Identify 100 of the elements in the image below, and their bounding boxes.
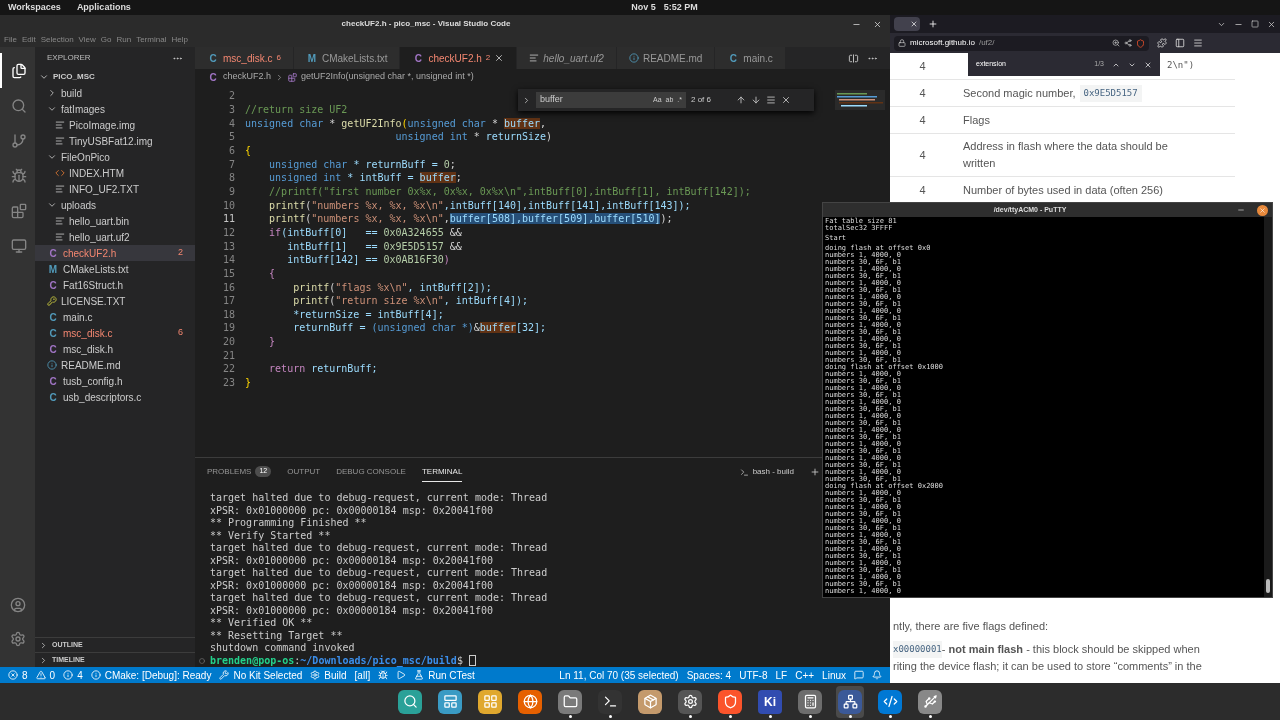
- status-item[interactable]: Run CTest: [410, 667, 479, 683]
- file-row[interactable]: C Fat16Struct.h: [35, 277, 195, 293]
- menu-item[interactable]: Terminal: [136, 34, 167, 46]
- editor-tab[interactable]: C checkUF2.h 2: [400, 47, 518, 69]
- menu-item[interactable]: Run: [116, 34, 132, 46]
- file-row[interactable]: C main.c: [35, 309, 195, 325]
- status-item[interactable]: C++: [791, 667, 819, 683]
- workspaces-button[interactable]: Workspaces: [4, 0, 65, 15]
- folder-row[interactable]: FileOnPico: [35, 149, 195, 165]
- file-type-icon: C: [412, 50, 425, 66]
- line-number: 10: [221, 198, 235, 213]
- share-icon[interactable]: [1124, 39, 1132, 47]
- file-row[interactable]: C msc_disk.h: [35, 341, 195, 357]
- file-row[interactable]: TinyUSBFat12.img: [35, 133, 195, 149]
- menu-item[interactable]: Edit: [21, 34, 36, 46]
- chevron-icon[interactable]: [522, 95, 531, 105]
- panel-tab[interactable]: TERMINAL: [421, 462, 463, 482]
- folder-row[interactable]: fatImages: [35, 101, 195, 117]
- status-item[interactable]: LF: [771, 667, 792, 683]
- editor-tab[interactable]: C main.c: [715, 47, 786, 69]
- menu-item[interactable]: Selection: [40, 34, 74, 46]
- warning-icon: [35, 670, 46, 680]
- status-item[interactable]: [all]: [350, 667, 375, 683]
- folder-row[interactable]: build: [35, 85, 195, 101]
- sidebar-icon[interactable]: [1175, 38, 1185, 48]
- browser-tab[interactable]: [894, 17, 920, 31]
- folder-row[interactable]: uploads: [35, 197, 195, 213]
- flask-icon: [414, 670, 425, 680]
- folder-row[interactable]: PICO_MSC: [35, 69, 195, 85]
- file-row[interactable]: README.md: [35, 357, 195, 373]
- terminal-line: ** Verified OK **: [210, 617, 313, 630]
- close-icon[interactable]: [494, 53, 505, 63]
- clock[interactable]: 5:52 PM: [663, 0, 698, 15]
- status-item[interactable]: No Kit Selected: [215, 667, 307, 683]
- code-line: }: [245, 376, 252, 391]
- scrollbar[interactable]: [1264, 217, 1272, 597]
- status-item[interactable]: Ln 11, Col 70 (35 selected): [555, 667, 683, 683]
- close-icon[interactable]: [873, 19, 882, 29]
- paragraph: - not main flash - this block should be skipped when: [941, 641, 1200, 657]
- close-icon[interactable]: [1267, 19, 1276, 29]
- menu-icon[interactable]: [1193, 38, 1203, 48]
- file-type-icon: M: [305, 50, 318, 66]
- status-item[interactable]: 8: [4, 667, 32, 683]
- editor-tab[interactable]: README.md: [616, 47, 716, 69]
- menu-item[interactable]: File: [4, 34, 17, 46]
- menu-item[interactable]: Go: [100, 34, 112, 46]
- file-row[interactable]: INFO_UF2.TXT: [35, 181, 195, 197]
- menu-item[interactable]: View: [78, 34, 96, 46]
- close-icon[interactable]: [1144, 60, 1152, 69]
- editor-tab[interactable]: M CMakeLists.txt: [293, 47, 401, 69]
- status-item[interactable]: UTF-8: [735, 667, 772, 683]
- panel-tab[interactable]: OUTPUT: [287, 462, 321, 482]
- bell-icon: [872, 670, 882, 680]
- split-editor-icon[interactable]: [848, 52, 859, 64]
- puzzle-icon[interactable]: [1157, 38, 1167, 48]
- next-icon[interactable]: [751, 95, 761, 105]
- file-row[interactable]: M CMakeLists.txt: [35, 261, 195, 277]
- status-item[interactable]: 4: [59, 667, 87, 683]
- breadcrumb[interactable]: getUF2Info(unsigned char *, unsigned int *): [301, 70, 474, 84]
- file-row[interactable]: PicoImage.img: [35, 117, 195, 133]
- close-icon[interactable]: [781, 95, 791, 105]
- new-terminal-icon[interactable]: [810, 467, 820, 477]
- panel-tab[interactable]: DEBUG CONSOLE: [336, 462, 406, 482]
- file-row[interactable]: hello_uart.uf2: [35, 229, 195, 245]
- editor-tab[interactable]: C msc_disk.c 6: [195, 47, 294, 69]
- status-item[interactable]: Linux: [818, 667, 850, 683]
- file-row[interactable]: C msc_disk.c 6: [35, 325, 195, 341]
- close-icon[interactable]: [910, 20, 918, 28]
- file-type-icon: C: [207, 50, 219, 66]
- previous-icon[interactable]: [736, 95, 746, 105]
- dock-item[interactable]: [836, 685, 864, 718]
- address-bar[interactable]: microsoft.github.io /uf2/: [894, 35, 1149, 51]
- applications-button[interactable]: Applications: [64, 0, 143, 15]
- close-button[interactable]: [1257, 204, 1268, 216]
- shield-icon[interactable]: [1136, 38, 1145, 48]
- file-row[interactable]: C checkUF2.h 2: [35, 245, 195, 261]
- account-icon[interactable]: [9, 597, 26, 613]
- selection-icon[interactable]: [766, 95, 776, 105]
- url-path: /uf2/: [978, 37, 996, 49]
- maximize-icon[interactable]: [1251, 20, 1259, 28]
- status-item[interactable]: Build: [306, 667, 351, 683]
- file-row[interactable]: LICENSE.TXT: [35, 293, 195, 309]
- file-row[interactable]: INDEX.HTM: [35, 165, 195, 181]
- menu-item[interactable]: Help: [171, 34, 188, 46]
- file-row[interactable]: C tusb_config.h: [35, 373, 195, 389]
- breadcrumb[interactable]: checkUF2.h: [223, 70, 272, 84]
- date[interactable]: Nov 5: [631, 0, 656, 15]
- file-row[interactable]: hello_uart.bin: [35, 213, 195, 229]
- status-item[interactable]: Spaces: 4: [682, 667, 736, 683]
- settings-icon[interactable]: [9, 631, 26, 647]
- status-item[interactable]: 0: [31, 667, 60, 683]
- file-name: LICENSE.TXT: [61, 294, 127, 309]
- status-item[interactable]: CMake: [Debug]: Ready: [86, 667, 216, 683]
- file-row[interactable]: C usb_descriptors.c: [35, 389, 195, 405]
- new-tab-icon[interactable]: [928, 19, 938, 29]
- code-line: printf("numbers %x, %x, %x\n",intBuff[140],intBuff[141],intBuff[143]);: [268, 198, 691, 213]
- editor-tab[interactable]: hello_uart.uf2: [517, 47, 617, 69]
- terminal-line: xPSR: 0x01000000 pc: 0x00000184 msp: 0x20041f00: [210, 554, 493, 567]
- zoom-icon[interactable]: [1112, 39, 1120, 47]
- terminal-selector[interactable]: bash - build: [739, 466, 794, 478]
